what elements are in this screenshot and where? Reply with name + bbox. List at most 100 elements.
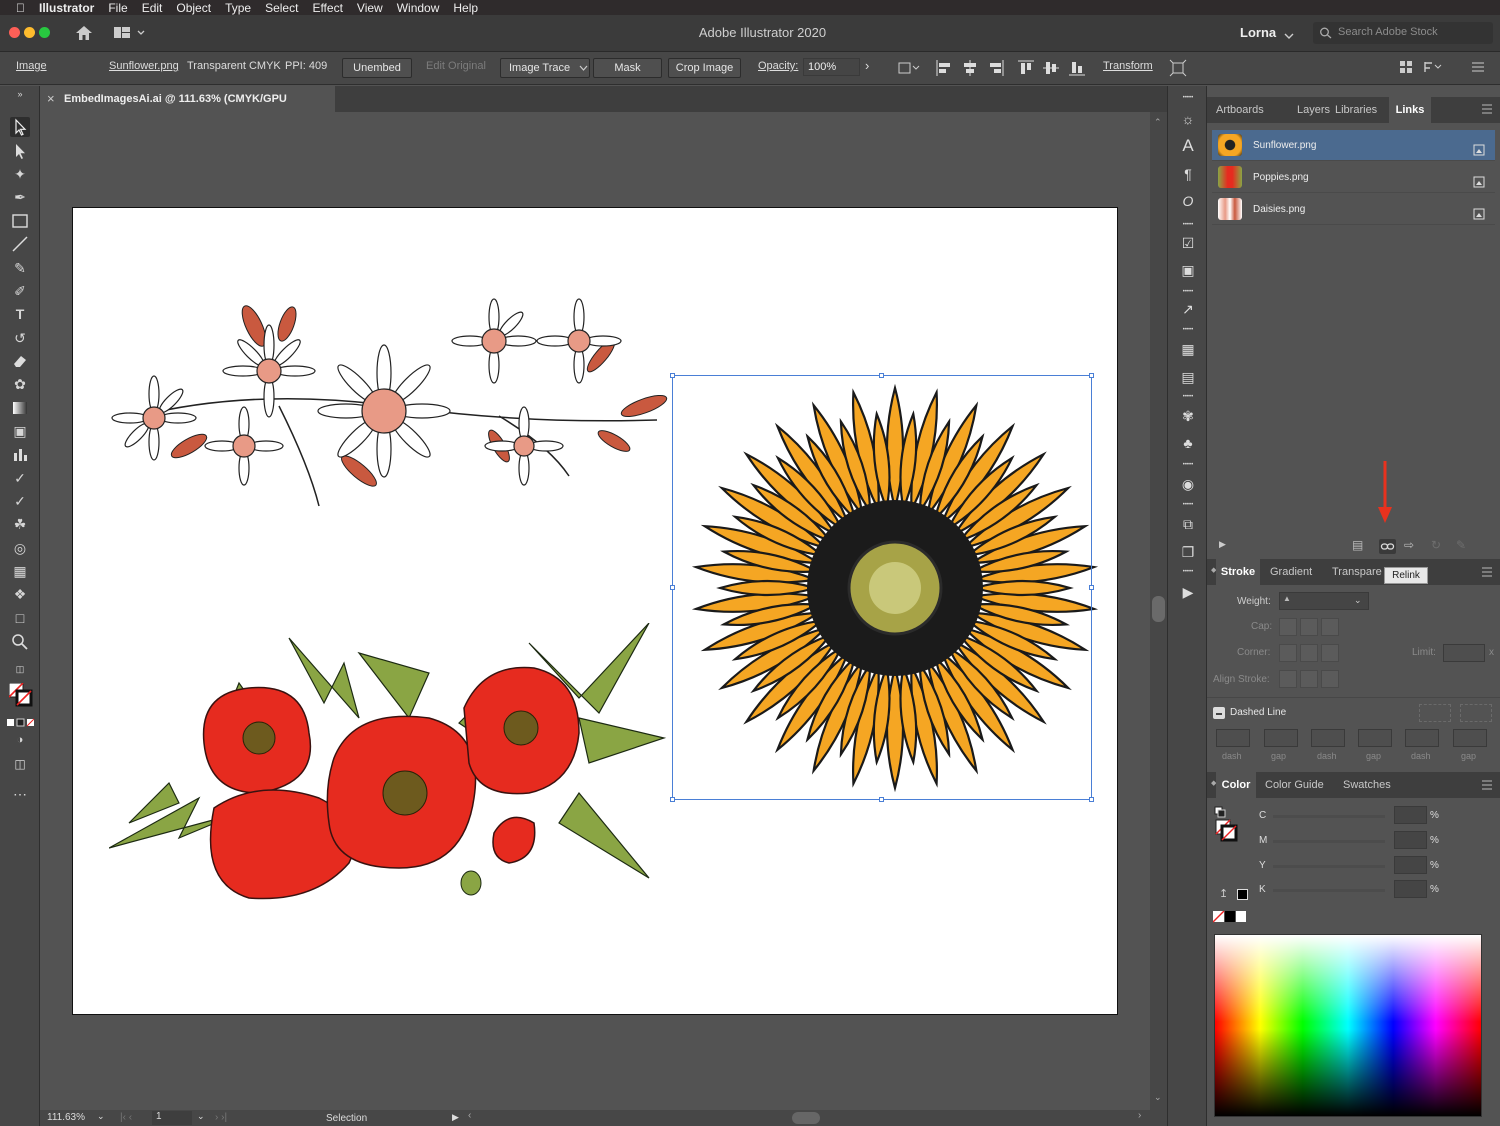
zoom-level[interactable]: 111.63%: [47, 1112, 85, 1123]
default-colors-icon[interactable]: ◫: [10, 659, 30, 679]
first-artboard-icon[interactable]: |‹ ‹: [120, 1112, 132, 1123]
next-artboard-icon[interactable]: › ›|: [215, 1112, 227, 1123]
link-item-daisies[interactable]: Daisies.png: [1212, 194, 1495, 225]
chevron-down-icon[interactable]: ⌄: [197, 1111, 205, 1122]
live-paint-tool-icon[interactable]: ☘: [10, 514, 30, 534]
menu-help[interactable]: Help: [453, 1, 478, 15]
selection-tool-icon[interactable]: [10, 117, 30, 137]
tab-layers[interactable]: Layers: [1297, 97, 1330, 123]
color-spectrum[interactable]: [1214, 934, 1482, 1117]
document-tab[interactable]: × EmbedImagesAi.ai @ 111.63% (CMYK/GPU P…: [40, 86, 335, 131]
tab-links[interactable]: Links: [1389, 97, 1431, 123]
resize-handle[interactable]: [1089, 585, 1094, 590]
mask-button[interactable]: Mask: [593, 58, 662, 78]
resize-handle[interactable]: [879, 373, 884, 378]
m-slider[interactable]: [1273, 840, 1385, 843]
k-field[interactable]: [1394, 880, 1427, 898]
grip-icon[interactable]: •••••: [1178, 221, 1198, 229]
y-slider[interactable]: [1273, 865, 1385, 868]
vertical-scrollbar[interactable]: ⌃ ⌄: [1150, 112, 1167, 1110]
go-to-link-icon[interactable]: ⇨: [1404, 538, 1414, 552]
grip-icon[interactable]: •••••: [1178, 461, 1198, 469]
panel-collapse-icon[interactable]: »: [10, 89, 30, 99]
link-item-poppies[interactable]: Poppies.png: [1212, 162, 1495, 193]
transform-panel-icon[interactable]: ▦: [1178, 339, 1198, 359]
unembed-button[interactable]: Unembed: [342, 58, 412, 78]
tab-libraries[interactable]: Libraries: [1335, 97, 1377, 123]
shaper-tool-icon[interactable]: ✐: [10, 281, 30, 301]
opacity-label[interactable]: Opacity:: [758, 60, 798, 72]
m-field[interactable]: [1394, 831, 1427, 849]
home-icon[interactable]: [74, 24, 94, 42]
grip-icon[interactable]: •••••: [1178, 568, 1198, 576]
fill-stroke-indicator[interactable]: [1214, 806, 1240, 856]
resize-handle[interactable]: [670, 373, 675, 378]
zoom-window-button[interactable]: [39, 27, 50, 38]
close-tab-icon[interactable]: ×: [47, 86, 55, 112]
panel-menu-icon[interactable]: [1481, 780, 1493, 793]
menu-effect[interactable]: Effect: [312, 1, 342, 15]
isolate-icon[interactable]: [1169, 59, 1187, 80]
grip-icon[interactable]: •••••: [1178, 393, 1198, 401]
show-link-info-icon[interactable]: ▶: [1219, 539, 1226, 550]
resize-handle[interactable]: [879, 797, 884, 802]
image-trace-button[interactable]: Image Trace: [500, 58, 590, 78]
apple-icon[interactable]: : [16, 1, 25, 15]
lasso-tool-icon[interactable]: ✿: [10, 374, 30, 394]
layers-stack-icon[interactable]: ⧉: [1178, 514, 1198, 534]
align-horizontal-center-icon[interactable]: [961, 59, 979, 80]
tab-swatches[interactable]: Swatches: [1343, 772, 1391, 798]
graph-tool-icon[interactable]: [10, 444, 30, 464]
magic-wand-tool-icon[interactable]: ✦: [10, 164, 30, 184]
graphic-styles-icon[interactable]: ☑: [1178, 233, 1198, 253]
shape-builder-tool-icon[interactable]: ◎: [10, 538, 30, 558]
last-color-swatch[interactable]: [1237, 889, 1248, 900]
blend-tool-icon[interactable]: ✓: [10, 491, 30, 511]
workspace-switcher-icon[interactable]: [113, 26, 147, 40]
direct-selection-tool-icon[interactable]: [10, 141, 30, 161]
linked-file-link[interactable]: Sunflower.png: [109, 60, 179, 72]
grip-icon[interactable]: •••••: [1178, 326, 1198, 334]
artboard-tool-icon[interactable]: □: [10, 608, 30, 628]
chevron-right-icon[interactable]: ›: [865, 58, 869, 73]
scroll-right-icon[interactable]: ›: [1138, 1110, 1141, 1121]
eyedropper-tool-icon[interactable]: ✓: [10, 468, 30, 488]
resize-handle[interactable]: [670, 585, 675, 590]
club-symbols-icon[interactable]: ♣: [1178, 433, 1198, 453]
search-stock-field[interactable]: Search Adobe Stock: [1313, 22, 1493, 44]
stepper-icon[interactable]: ▲: [1283, 594, 1291, 603]
k-slider[interactable]: [1273, 889, 1385, 892]
color-mode-buttons[interactable]: [7, 715, 35, 727]
tab-gradient[interactable]: Gradient: [1270, 559, 1312, 585]
scroll-left-icon[interactable]: ‹: [468, 1110, 471, 1121]
tab-transparency[interactable]: Transpare: [1332, 559, 1382, 585]
dashed-line-checkbox[interactable]: [1213, 707, 1225, 719]
menu-view[interactable]: View: [357, 1, 383, 15]
scroll-down-icon[interactable]: ⌄: [1154, 1092, 1162, 1103]
crop-image-button[interactable]: Crop Image: [668, 58, 741, 78]
panel-options-icon[interactable]: [1422, 59, 1444, 78]
chevron-down-icon[interactable]: ⌄: [1354, 595, 1362, 606]
zoom-tool-icon[interactable]: [10, 632, 30, 652]
artboards-icon[interactable]: ❐: [1178, 542, 1198, 562]
perspective-grid-tool-icon[interactable]: ▦: [10, 561, 30, 581]
control-bar-menu-icon[interactable]: [1471, 61, 1485, 76]
symbol-sprayer-tool-icon[interactable]: ▣: [10, 421, 30, 441]
align-left-icon[interactable]: [935, 59, 953, 80]
scroll-thumb[interactable]: [1152, 596, 1165, 622]
sunflower-image[interactable]: [685, 378, 1105, 798]
panel-menu-icon[interactable]: [1481, 567, 1493, 580]
line-tool-icon[interactable]: [10, 234, 30, 254]
grip-icon[interactable]: •••••: [1178, 288, 1198, 296]
close-window-button[interactable]: [9, 27, 20, 38]
artboard-number-field[interactable]: 1: [152, 1111, 192, 1125]
menu-edit[interactable]: Edit: [142, 1, 163, 15]
weight-field[interactable]: ▲ ⌄: [1279, 592, 1369, 610]
symbols-icon[interactable]: ▣: [1178, 260, 1198, 280]
color-themes-icon[interactable]: ◉: [1178, 474, 1198, 494]
c-field[interactable]: [1394, 806, 1427, 824]
type-tool-icon[interactable]: T: [10, 304, 30, 324]
app-menu[interactable]: Illustrator: [39, 1, 94, 15]
appearance-icon[interactable]: ☼: [1178, 109, 1198, 129]
align-panel-icon[interactable]: ▤: [1178, 367, 1198, 387]
